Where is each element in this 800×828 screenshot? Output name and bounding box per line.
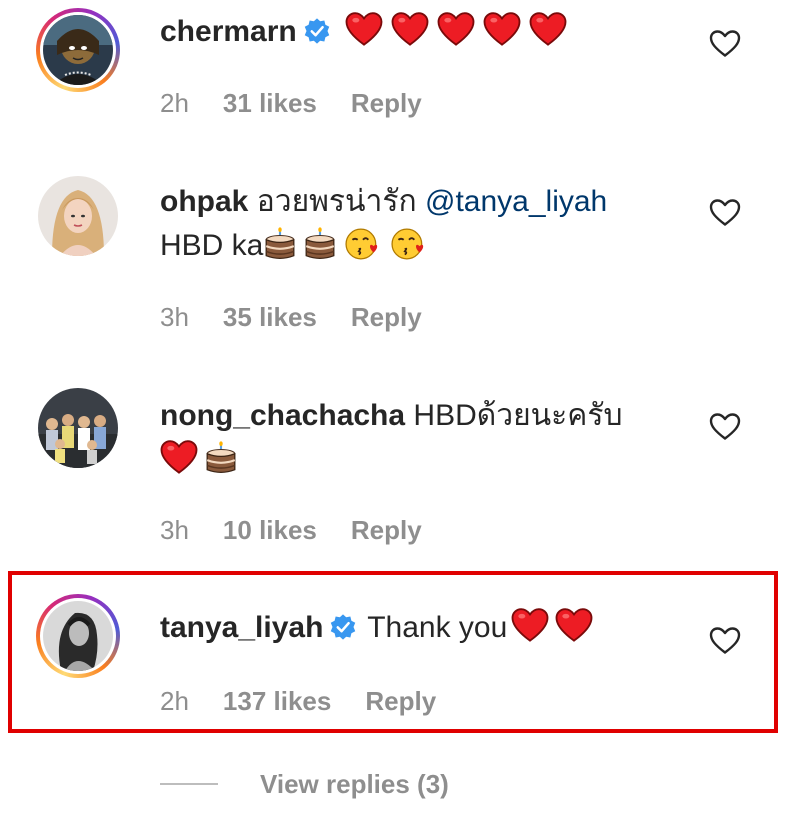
comment-likes-count[interactable]: 31 likes <box>223 88 317 119</box>
comment-username[interactable]: tanya_liyah <box>160 611 323 644</box>
birthday-cake-emoji-icon <box>198 441 238 488</box>
reply-button[interactable]: Reply <box>351 302 422 333</box>
heart-emoji-icon <box>160 440 198 488</box>
comment-text: อวยพรน่ารัก <box>256 185 417 218</box>
avatar-chermarn[interactable] <box>36 8 120 92</box>
heart-outline-icon <box>708 624 742 658</box>
heart-emoji-icon <box>475 12 521 60</box>
comment-meta: 2h 137 likes Reply <box>160 686 470 717</box>
like-comment-button[interactable] <box>708 410 742 444</box>
comment-time[interactable]: 2h <box>160 686 189 717</box>
avatar-ohpak[interactable] <box>38 176 118 256</box>
comment-likes-count[interactable]: 10 likes <box>223 515 317 546</box>
comment-likes-count[interactable]: 137 likes <box>223 686 331 717</box>
heart-emoji-icon <box>429 12 475 60</box>
verified-badge-icon <box>329 610 357 654</box>
heart-emoji-icon <box>521 12 567 60</box>
comment-username[interactable]: nong_chachacha <box>160 399 405 432</box>
comment-time[interactable]: 3h <box>160 302 189 333</box>
comment-text-line2: HBD ka <box>160 229 264 262</box>
comment-username[interactable]: ohpak <box>160 185 248 218</box>
birthday-cake-emoji-icon <box>263 227 297 274</box>
comment-meta: 2h 31 likes Reply <box>160 88 456 119</box>
avatar-nong-chachacha[interactable] <box>38 388 118 468</box>
face-blowing-kiss-emoji-icon <box>337 227 381 274</box>
reply-button[interactable]: Reply <box>351 515 422 546</box>
view-replies-divider <box>160 783 218 785</box>
birthday-cake-emoji-icon <box>297 227 337 274</box>
comment-text: Thank you <box>367 611 508 644</box>
comment-time[interactable]: 3h <box>160 515 189 546</box>
comment-likes-count[interactable]: 35 likes <box>223 302 317 333</box>
view-replies-button[interactable]: View replies (3) <box>160 764 449 804</box>
like-comment-button[interactable] <box>708 27 742 61</box>
view-replies-label[interactable]: View replies (3) <box>260 769 449 800</box>
like-comment-button[interactable] <box>708 624 742 658</box>
heart-emoji-icon <box>383 12 429 60</box>
comment-time[interactable]: 2h <box>160 88 189 119</box>
reply-button[interactable]: Reply <box>365 686 436 717</box>
like-comment-button[interactable] <box>708 196 742 230</box>
face-blowing-kiss-emoji-icon <box>381 227 427 274</box>
heart-emoji-icon <box>345 12 383 60</box>
verified-badge-icon <box>303 14 331 58</box>
comment-username[interactable]: chermarn <box>160 15 297 48</box>
comment-meta: 3h 35 likes Reply <box>160 302 456 333</box>
comment-meta: 3h 10 likes Reply <box>160 515 456 546</box>
heart-outline-icon <box>708 410 742 444</box>
mention-link[interactable]: @tanya_liyah <box>425 185 607 218</box>
comment-text: HBDด้วยนะครับ <box>413 399 623 432</box>
avatar-tanya-liyah[interactable] <box>36 594 120 678</box>
reply-button[interactable]: Reply <box>351 88 422 119</box>
heart-outline-icon <box>708 27 742 61</box>
heart-emoji-icon <box>507 608 549 656</box>
comment-emojis <box>345 15 567 48</box>
heart-emoji-icon <box>549 608 593 656</box>
heart-outline-icon <box>708 196 742 230</box>
